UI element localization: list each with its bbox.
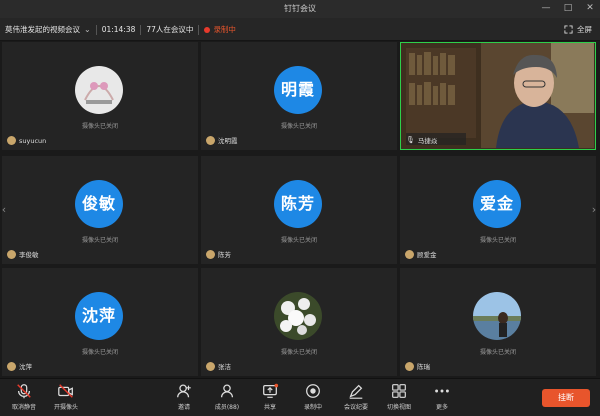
- recording-status: 录制中: [213, 25, 236, 34]
- meeting-info-bar: 莫伟淮发起的视频会议 ⌄ 01:14:38 77人在会议中 录制中 全屏: [0, 18, 600, 41]
- participant-tile[interactable]: 俊敏 摄像头已关闭 李俊敏: [2, 156, 198, 264]
- meeting-name[interactable]: 莫伟淮发起的视频会议: [5, 24, 80, 35]
- avatar: [7, 136, 16, 145]
- meeting-minutes-button[interactable]: 会议纪要: [334, 382, 378, 411]
- unmute-button[interactable]: 取消静音: [2, 382, 46, 411]
- camera-off-status: 摄像头已关闭: [81, 123, 118, 130]
- participant-tile[interactable]: 沈萍 摄像头已关闭 沈萍: [2, 268, 198, 376]
- switch-view-label: 切换视图: [386, 404, 411, 411]
- participant-name: 张洁: [218, 363, 231, 371]
- participant-avatar: 爱金: [473, 180, 521, 228]
- share-screen-icon: [263, 383, 279, 398]
- camera-button[interactable]: 开摄像头: [44, 382, 88, 411]
- participant-name: suyucun: [19, 136, 47, 145]
- camera-off-status: 摄像头已关闭: [280, 349, 317, 356]
- more-icon: [435, 389, 449, 393]
- participant-name: 顾爱金: [417, 251, 437, 259]
- end-call-button[interactable]: 挂断: [542, 389, 590, 407]
- participant-avatar: 明霞: [274, 66, 322, 114]
- camera-off-status: 摄像头已关闭: [81, 237, 118, 244]
- avatar: [206, 249, 215, 259]
- participant-avatar: [473, 292, 521, 340]
- participant-tile[interactable]: 陈芳 摄像头已关闭 陈芳: [201, 156, 397, 264]
- fullscreen-button[interactable]: 全屏: [564, 24, 592, 35]
- grid-view-icon: [392, 384, 406, 398]
- divider: [140, 24, 142, 35]
- fullscreen-label: 全屏: [577, 25, 592, 34]
- participant-tile[interactable]: 明霞 摄像头已关闭 沈明霞: [201, 42, 397, 150]
- switch-view-button[interactable]: 切换视图: [377, 382, 421, 411]
- camera-off-status: 摄像头已关闭: [81, 349, 118, 356]
- chevron-down-icon[interactable]: ⌄: [84, 25, 91, 34]
- fullscreen-icon: [564, 25, 573, 34]
- participant-tile[interactable]: 爱金 摄像头已关闭 顾爱金: [400, 156, 596, 264]
- participant-name: 陈芳: [218, 251, 231, 259]
- invite-button[interactable]: 邀请: [162, 382, 206, 411]
- members-icon: [220, 384, 234, 398]
- record-icon: [306, 384, 320, 398]
- meeting-toolbar: 取消静音 开摄像头 邀请 成员(88) 共享 录制中 会议纪要 切换视图 更多 …: [0, 378, 600, 416]
- camera-label: 开摄像头: [53, 404, 78, 411]
- avatar: [7, 361, 16, 371]
- participant-tile[interactable]: 摄像头已关闭 张洁: [201, 268, 397, 376]
- recording-dot-icon: [204, 26, 211, 33]
- share-button[interactable]: 共享: [248, 382, 292, 411]
- members-label: 成员(88): [214, 404, 240, 411]
- chevron-right-icon[interactable]: ›: [590, 202, 598, 218]
- record-label: 录制中: [303, 404, 322, 411]
- divider: [95, 24, 97, 35]
- participant-avatar: 陈芳: [274, 180, 322, 228]
- participant-video-tile[interactable]: 🎙 马捷焱: [400, 42, 596, 150]
- participant-tile[interactable]: 摄像头已关闭 陈瑞: [400, 268, 596, 376]
- avatar: [206, 135, 215, 145]
- participant-name: 陈瑞: [417, 363, 430, 371]
- avatar: [405, 249, 414, 259]
- camera-off-status: 摄像头已关闭: [280, 237, 317, 244]
- minimize-icon[interactable]: —: [540, 2, 552, 14]
- share-label: 共享: [263, 404, 276, 411]
- microphone-icon: 🎙: [406, 136, 415, 144]
- camera-off-icon: [58, 384, 73, 398]
- camera-off-status: 摄像头已关闭: [280, 123, 317, 130]
- more-label: 更多: [435, 404, 448, 411]
- participant-tile[interactable]: 摄像头已关闭 suyucun: [2, 42, 198, 150]
- record-button[interactable]: 录制中: [291, 382, 335, 411]
- close-icon[interactable]: ✕: [584, 2, 596, 14]
- more-button[interactable]: 更多: [420, 382, 464, 411]
- participant-name: 马捷焱: [417, 137, 438, 145]
- maximize-icon[interactable]: □: [562, 2, 574, 14]
- participant-video: [401, 43, 594, 148]
- participant-avatar: 沈萍: [75, 292, 123, 340]
- minutes-icon: [349, 384, 363, 399]
- invite-icon: [177, 384, 191, 398]
- participants-count[interactable]: 77人在会议中: [146, 24, 193, 35]
- window-title: 钉钉会议: [284, 4, 316, 13]
- participant-name: 李俊敏: [19, 251, 39, 259]
- avatar: [7, 249, 16, 259]
- members-button[interactable]: 成员(88): [205, 382, 249, 411]
- microphone-muted-icon: [17, 384, 31, 399]
- camera-off-status: 摄像头已关闭: [479, 349, 516, 356]
- video-grid: 摄像头已关闭 suyucun 明霞 摄像头已关闭 沈明霞 🎙 马捷焱 俊敏 摄像…: [2, 42, 598, 378]
- title-bar: 钉钉会议 — □ ✕: [0, 0, 600, 18]
- unmute-label: 取消静音: [11, 404, 36, 411]
- invite-label: 邀请: [177, 404, 190, 411]
- avatar: [206, 361, 215, 371]
- participant-name: 沈明霞: [218, 137, 238, 145]
- chevron-left-icon[interactable]: ‹: [0, 202, 8, 218]
- participant-name: 沈萍: [19, 363, 32, 371]
- meeting-minutes-label: 会议纪要: [343, 404, 368, 411]
- camera-off-status: 摄像头已关闭: [479, 237, 516, 244]
- divider: [198, 24, 200, 35]
- participant-avatar: [274, 292, 322, 340]
- participant-avatar: [75, 66, 123, 114]
- avatar: [405, 361, 414, 371]
- participant-avatar: 俊敏: [75, 180, 123, 228]
- meeting-duration: 01:14:38: [101, 25, 136, 34]
